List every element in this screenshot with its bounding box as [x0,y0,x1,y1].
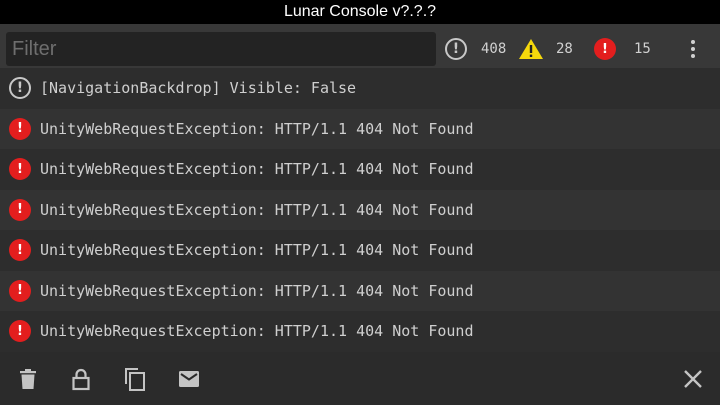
log-row[interactable]: ! UnityWebRequestException: HTTP/1.1 404… [0,189,720,230]
info-count: 408 [481,41,507,57]
log-message: UnityWebRequestException: HTTP/1.1 404 N… [40,200,474,219]
log-row[interactable]: ! UnityWebRequestException: HTTP/1.1 404… [0,108,720,149]
warning-icon [519,39,543,59]
error-icon: ! [9,117,31,140]
log-message: UnityWebRequestException: HTTP/1.1 404 N… [40,322,474,341]
lock-icon[interactable] [69,367,93,391]
error-icon: ! [9,279,31,302]
mail-icon[interactable] [177,367,201,391]
error-icon: ! [9,158,31,181]
log-row[interactable]: ! [NavigationBackdrop] Visible: False [0,68,720,109]
bottom-bar [0,352,720,405]
log-row[interactable]: ! UnityWebRequestException: HTTP/1.1 404… [0,149,720,190]
error-count-toggle[interactable]: ! 15 [594,36,651,62]
error-count: 15 [634,41,651,57]
copy-icon[interactable] [123,367,147,391]
filter-input[interactable] [6,32,436,66]
trash-icon[interactable] [16,367,40,391]
log-message: [NavigationBackdrop] Visible: False [40,79,357,98]
log-row[interactable]: ! UnityWebRequestException: HTTP/1.1 404… [0,230,720,271]
log-message: UnityWebRequestException: HTTP/1.1 404 N… [40,281,474,300]
window-title: Lunar Console v?.?.? [0,0,720,24]
error-icon: ! [9,239,31,262]
info-icon: ! [445,38,467,60]
log-message: UnityWebRequestException: HTTP/1.1 404 N… [40,241,474,260]
close-icon[interactable] [681,367,705,391]
log-row[interactable]: ! UnityWebRequestException: HTTP/1.1 404… [0,311,720,352]
warning-count: 28 [556,41,573,57]
log-row[interactable]: ! UnityWebRequestException: HTTP/1.1 404… [0,270,720,311]
more-vert-icon[interactable] [684,36,702,62]
error-icon: ! [9,198,31,221]
warning-count-toggle[interactable]: 28 [518,36,573,62]
error-icon: ! [594,38,616,60]
info-icon: ! [9,77,31,100]
info-count-toggle[interactable]: ! 408 [445,36,506,62]
log-list[interactable]: ! [NavigationBackdrop] Visible: False ! … [0,68,720,352]
log-message: UnityWebRequestException: HTTP/1.1 404 N… [40,119,474,138]
error-icon: ! [9,320,31,343]
log-message: UnityWebRequestException: HTTP/1.1 404 N… [40,160,474,179]
